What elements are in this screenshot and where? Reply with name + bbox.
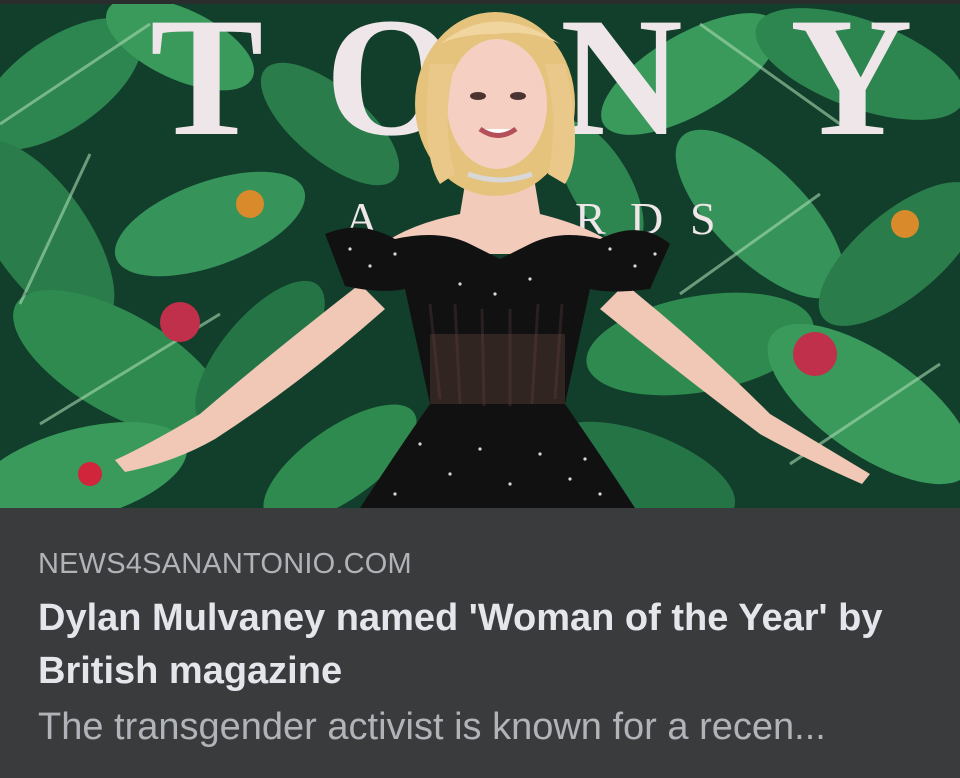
article-photo[interactable]: T O N Y A R D S	[0, 0, 960, 508]
svg-text:S: S	[690, 193, 716, 244]
svg-text:Y: Y	[790, 4, 913, 171]
source-domain: NEWS4SANANTONIO.COM	[38, 548, 412, 580]
article-headline[interactable]: Dylan Mulvaney named 'Woman of the Year'…	[38, 592, 938, 698]
svg-text:T: T	[150, 4, 263, 171]
link-preview-text[interactable]: NEWS4SANANTONIO.COM Dylan Mulvaney named…	[0, 508, 960, 778]
article-snippet: The transgender activist is known for a …	[38, 706, 826, 748]
link-preview-card[interactable]: T O N Y A R D S NEWS4SANANTONIO.COM Dyla…	[0, 0, 960, 778]
red-carpet-photo: T O N Y A R D S	[0, 4, 960, 508]
svg-text:N: N	[560, 4, 683, 171]
